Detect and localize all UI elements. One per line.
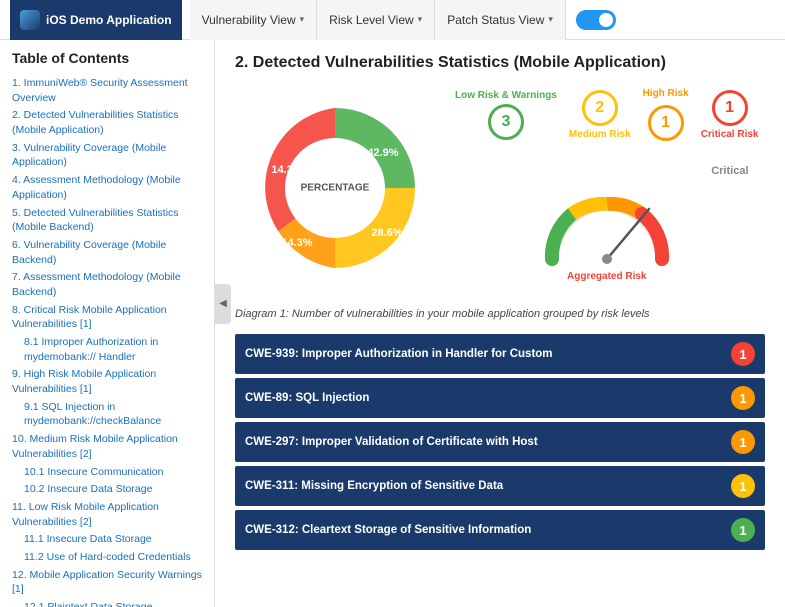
diagram-caption: Diagram 1: Number of vulnerabilities in … [235, 308, 765, 320]
cwe-row[interactable]: CWE-297: Improper Validation of Certific… [235, 422, 765, 462]
gauge-chart: Critical [455, 155, 759, 282]
app-logo: iOS Demo Application [10, 0, 182, 40]
cwe-row[interactable]: CWE-311: Missing Encryption of Sensitive… [235, 466, 765, 506]
medium-risk-badge: 2 Medium Risk [569, 90, 631, 140]
chevron-down-icon: ▾ [548, 14, 553, 25]
sidebar-item[interactable]: 6. Vulnerability Coverage (Mobile Backen… [12, 238, 202, 267]
sidebar-item[interactable]: 11.1 Insecure Data Storage [12, 532, 202, 547]
top-navigation: iOS Demo Application Vulnerability View … [0, 0, 785, 40]
vulnerability-view-btn[interactable]: Vulnerability View ▾ [190, 0, 318, 40]
sidebar-item[interactable]: 2. Detected Vulnerabilities Statistics (… [12, 108, 202, 137]
risk-badges-row: Low Risk & Warnings 3 2 Medium Risk High… [455, 88, 759, 141]
sidebar-item[interactable]: 7. Assessment Methodology (Mobile Backen… [12, 270, 202, 299]
chevron-down-icon: ▾ [418, 14, 423, 25]
sidebar-item[interactable]: 12. Mobile Application Security Warnings… [12, 568, 202, 597]
high-risk-badge: High Risk 1 [643, 88, 689, 141]
statistics-area: 42.9% 28.6% 14.3% 14.3% PERCENTAGE Low R… [235, 88, 765, 288]
sidebar-item[interactable]: 10. Medium Risk Mobile Application Vulne… [12, 432, 202, 461]
svg-text:42.9%: 42.9% [367, 147, 398, 159]
donut-chart: 42.9% 28.6% 14.3% 14.3% PERCENTAGE [235, 88, 435, 288]
sidebar-collapse-button[interactable]: ◀ [215, 284, 231, 324]
main-layout: Table of Contents 1. ImmuniWeb® Security… [0, 40, 785, 607]
app-name: iOS Demo Application [46, 13, 172, 27]
gauge-svg [537, 179, 677, 269]
sidebar-item[interactable]: 9.1 SQL Injection in mydemobank://checkB… [12, 400, 202, 429]
sidebar-item[interactable]: 12.1 Plaintext Data Storage [12, 600, 202, 607]
sidebar-item[interactable]: 1. ImmuniWeb® Security Assessment Overvi… [12, 76, 202, 105]
cwe-row[interactable]: CWE-939: Improper Authorization in Handl… [235, 334, 765, 374]
risk-level-view-btn[interactable]: Risk Level View ▾ [317, 0, 435, 40]
sidebar-item[interactable]: 10.2 Insecure Data Storage [12, 482, 202, 497]
donut-center-label: PERCENTAGE [301, 183, 370, 194]
sidebar-item[interactable]: 8.1 Improper Authorization in mydemobank… [12, 335, 202, 364]
cwe-count: 1 [731, 474, 755, 498]
cwe-count: 1 [731, 518, 755, 542]
cwe-count: 1 [731, 386, 755, 410]
risk-level-view-label: Risk Level View [329, 13, 413, 27]
cwe-name: CWE-297: Improper Validation of Certific… [245, 436, 538, 448]
sidebar-item[interactable]: 11. Low Risk Mobile Application Vulnerab… [12, 500, 202, 529]
sidebar-item[interactable]: 11.2 Use of Hard-coded Credentials [12, 550, 202, 565]
cwe-list: CWE-939: Improper Authorization in Handl… [235, 334, 765, 550]
vulnerability-view-label: Vulnerability View [202, 13, 296, 27]
sidebar-items: 1. ImmuniWeb® Security Assessment Overvi… [12, 76, 202, 607]
section-title: 2. Detected Vulnerabilities Statistics (… [235, 54, 765, 72]
sidebar-title: Table of Contents [12, 50, 202, 66]
low-risk-badge: Low Risk & Warnings 3 [455, 90, 557, 140]
critical-risk-label: Critical Risk [701, 129, 759, 140]
medium-risk-count: 2 [582, 90, 618, 126]
critical-risk-badge: 1 Critical Risk [701, 90, 759, 140]
app-logo-icon [20, 10, 40, 30]
gauge-top-label: Critical [711, 165, 748, 177]
cwe-count: 1 [731, 430, 755, 454]
critical-risk-count: 1 [712, 90, 748, 126]
cwe-name: CWE-312: Cleartext Storage of Sensitive … [245, 524, 531, 536]
high-risk-count: 1 [648, 105, 684, 141]
sidebar: Table of Contents 1. ImmuniWeb® Security… [0, 40, 215, 607]
sidebar-item[interactable]: 10.1 Insecure Communication [12, 465, 202, 480]
patch-status-view-label: Patch Status View [447, 13, 544, 27]
cwe-name: CWE-311: Missing Encryption of Sensitive… [245, 480, 503, 492]
sidebar-item[interactable]: 8. Critical Risk Mobile Application Vuln… [12, 303, 202, 332]
sidebar-item[interactable]: 3. Vulnerability Coverage (Mobile Applic… [12, 141, 202, 170]
patch-status-view-btn[interactable]: Patch Status View ▾ [435, 0, 566, 40]
cwe-row[interactable]: CWE-89: SQL Injection 1 [235, 378, 765, 418]
low-risk-count: 3 [488, 104, 524, 140]
medium-risk-label: Medium Risk [569, 129, 631, 140]
cwe-row[interactable]: CWE-312: Cleartext Storage of Sensitive … [235, 510, 765, 550]
svg-text:28.6%: 28.6% [371, 227, 402, 239]
low-risk-label: Low Risk & Warnings [455, 90, 557, 101]
high-risk-label: High Risk [643, 88, 689, 99]
svg-text:14.3%: 14.3% [281, 237, 312, 249]
cwe-count: 1 [731, 342, 755, 366]
right-panel: Low Risk & Warnings 3 2 Medium Risk High… [455, 88, 759, 282]
view-toggle[interactable] [576, 10, 616, 30]
cwe-name: CWE-939: Improper Authorization in Handl… [245, 348, 553, 360]
cwe-name: CWE-89: SQL Injection [245, 392, 369, 404]
sidebar-item[interactable]: 4. Assessment Methodology (Mobile Applic… [12, 173, 202, 202]
svg-text:14.3%: 14.3% [271, 164, 302, 176]
sidebar-item[interactable]: 5. Detected Vulnerabilities Statistics (… [12, 206, 202, 235]
content-area: 2. Detected Vulnerabilities Statistics (… [215, 40, 785, 607]
gauge-bottom-label: Aggregated Risk [567, 271, 646, 282]
chevron-down-icon: ▾ [300, 14, 305, 25]
sidebar-item[interactable]: 9. High Risk Mobile Application Vulnerab… [12, 367, 202, 396]
